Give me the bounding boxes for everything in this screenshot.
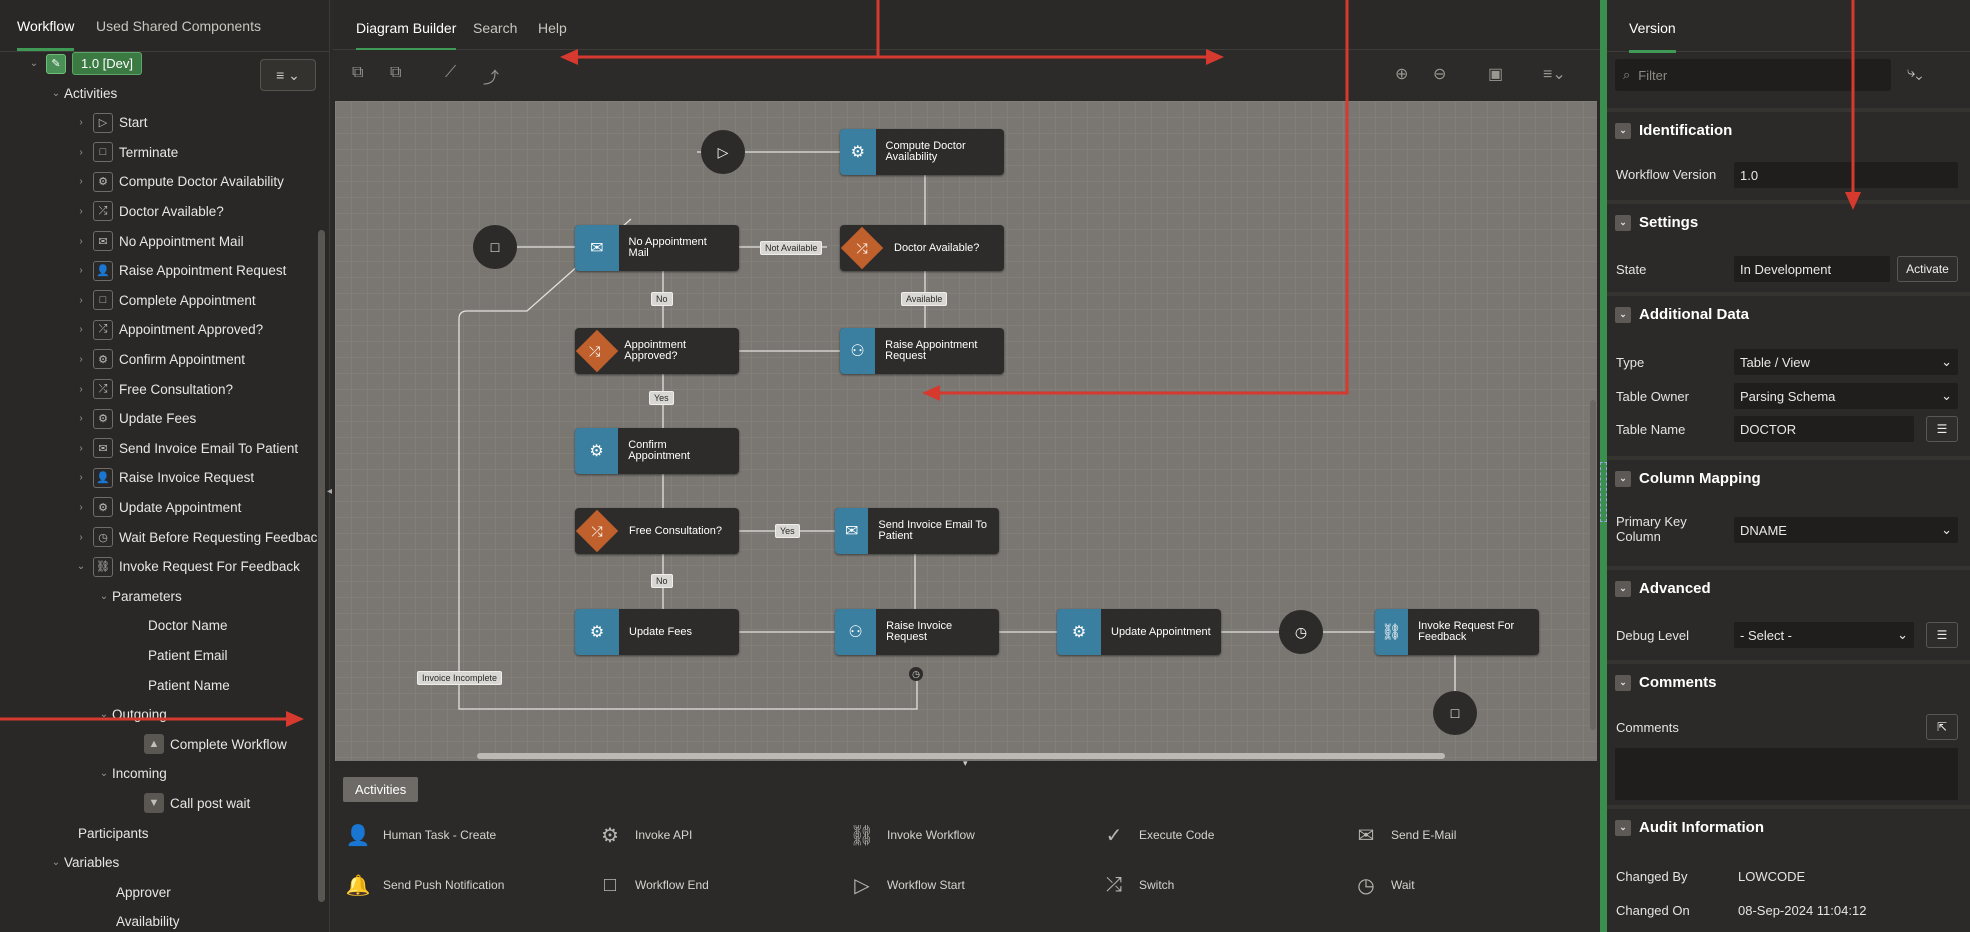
arrowhead: [286, 711, 304, 727]
arrowhead: [1206, 49, 1224, 65]
arrowhead: [1845, 192, 1861, 210]
annotation-arrows: [0, 0, 1861, 727]
annotation-arrow: [935, 0, 1349, 395]
workflow-designer: Workflow Used Shared Components ⌄ ✎ 1.0 …: [0, 0, 1970, 932]
arrowhead: [922, 385, 940, 401]
arrowhead: [560, 49, 578, 65]
